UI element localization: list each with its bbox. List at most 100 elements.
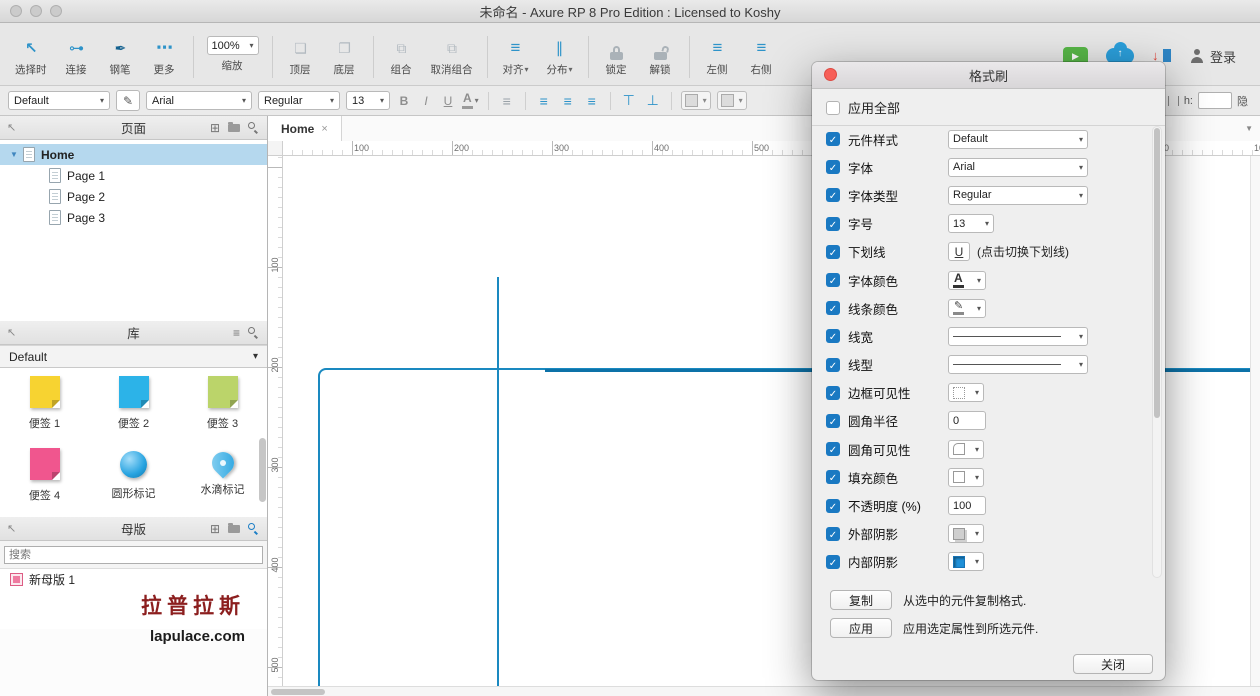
property-select[interactable]: Regular [948, 186, 1088, 205]
masters-search-input[interactable] [4, 546, 263, 564]
apply-format-button[interactable]: 应用 [830, 618, 892, 638]
library-widget[interactable]: 便签 2 [89, 376, 178, 448]
align-right-icon[interactable] [583, 93, 601, 109]
toolbar-button[interactable]: 更多 [143, 36, 187, 77]
align-bottom-icon[interactable] [644, 92, 662, 109]
align-top-icon[interactable] [620, 92, 638, 109]
toolbar-button[interactable] [272, 36, 273, 78]
master-item[interactable]: 新母版 1 [0, 569, 267, 590]
undock-icon[interactable]: ↖ [7, 326, 16, 339]
page-tree-item[interactable]: Page 3 [0, 207, 267, 228]
bullet-list-icon[interactable] [498, 93, 516, 109]
swatch-select[interactable] [948, 383, 984, 402]
tab-home[interactable]: Home × [268, 116, 342, 141]
scroll-thumb[interactable] [1154, 128, 1160, 418]
line-color-picker[interactable] [948, 299, 986, 318]
swatch-select[interactable] [948, 440, 984, 459]
close-window-button[interactable] [10, 5, 22, 17]
toolbar-button[interactable]: 取消组合 [424, 36, 481, 77]
toolbar-button[interactable]: 顶层 [279, 36, 323, 77]
login-button[interactable]: 登录 [1190, 47, 1236, 66]
property-checkbox[interactable] [826, 442, 840, 456]
property-checkbox[interactable] [826, 329, 840, 343]
library-select[interactable]: Default [0, 345, 267, 368]
line-style-select[interactable] [948, 327, 1088, 346]
library-widget[interactable]: 圆形标记 [89, 448, 178, 520]
page-tree-item[interactable]: Page 1 [0, 165, 267, 186]
property-checkbox[interactable] [826, 188, 840, 202]
font-weight-select[interactable]: Regular [258, 91, 340, 110]
vertical-scrollbar[interactable] [1250, 156, 1260, 686]
close-dialog-button[interactable]: 关闭 [1073, 654, 1153, 674]
toolbar-button[interactable]: 钢笔 [99, 36, 143, 77]
widget-style-select[interactable]: Default [8, 91, 110, 110]
toolbar-button[interactable]: 左侧 [696, 36, 740, 77]
property-checkbox[interactable] [826, 386, 840, 400]
property-select[interactable]: Default [948, 130, 1088, 149]
swatch-select[interactable] [948, 524, 984, 543]
search-masters-icon[interactable] [248, 523, 260, 535]
zoom-window-button[interactable] [50, 5, 62, 17]
swatch-select[interactable] [948, 468, 984, 487]
property-checkbox[interactable] [826, 499, 840, 513]
toolbar-button[interactable] [373, 36, 374, 78]
font-size-select[interactable]: 13 [346, 91, 390, 110]
minimize-window-button[interactable] [30, 5, 42, 17]
line-style-select[interactable] [948, 355, 1088, 374]
toolbar-button[interactable]: 右侧 [740, 36, 784, 77]
toolbar-button[interactable]: 选择时 [8, 36, 55, 77]
page-tree-item[interactable]: Home [0, 144, 267, 165]
italic-button[interactable]: I [418, 94, 434, 108]
library-widget[interactable]: 便签 3 [178, 376, 267, 448]
bold-button[interactable]: B [396, 94, 412, 108]
search-pages-icon[interactable] [248, 122, 260, 134]
dialog-close-button[interactable] [824, 68, 837, 81]
align-center-icon[interactable] [559, 93, 577, 109]
toolbar-button[interactable] [487, 36, 488, 78]
dialog-scrollbar[interactable] [1152, 126, 1162, 578]
tab-close-icon[interactable]: × [321, 123, 327, 135]
library-widget[interactable]: 便签 1 [0, 376, 89, 448]
toolbar-button[interactable] [689, 36, 690, 78]
undock-icon[interactable]: ↖ [7, 121, 16, 134]
edit-style-button[interactable] [116, 90, 140, 111]
property-checkbox[interactable] [826, 414, 840, 428]
height-input[interactable] [1198, 92, 1232, 109]
add-folder-icon[interactable] [228, 124, 240, 132]
toolbar-button[interactable] [193, 36, 194, 78]
align-left-icon[interactable] [535, 93, 553, 109]
font-color-picker[interactable]: A [948, 271, 986, 290]
add-folder-icon[interactable] [228, 525, 240, 533]
property-checkbox[interactable] [826, 470, 840, 484]
swatch-select[interactable] [948, 552, 984, 571]
property-checkbox[interactable] [826, 245, 840, 259]
library-menu-icon[interactable]: ≡ [233, 326, 240, 340]
property-input[interactable]: 100 [948, 496, 986, 515]
property-checkbox[interactable] [826, 273, 840, 287]
toolbar-button[interactable]: 底层 [323, 36, 367, 77]
toolbar-button[interactable]: 锁定 [595, 36, 639, 77]
copy-format-button[interactable]: 复制 [830, 590, 892, 610]
expand-arrow-icon[interactable] [10, 150, 20, 159]
search-library-icon[interactable] [248, 327, 260, 339]
horizontal-scrollbar[interactable] [268, 686, 1260, 696]
property-checkbox[interactable] [826, 527, 840, 541]
apply-all-checkbox[interactable] [826, 101, 840, 115]
property-select[interactable]: Arial [948, 158, 1088, 177]
toolbar-button[interactable]: 连接 [55, 36, 99, 77]
hidden-toggle[interactable]: 隐 [1237, 93, 1248, 109]
font-color-button[interactable]: A [462, 92, 479, 108]
property-select[interactable]: 13 [948, 214, 994, 233]
toolbar-button[interactable]: 100% 缩放 [200, 36, 266, 73]
toolbar-button[interactable]: 对齐▾ [494, 36, 538, 77]
property-checkbox[interactable] [826, 132, 840, 146]
library-widget[interactable]: 便签 4 [0, 448, 89, 520]
add-master-icon[interactable]: ⊞ [210, 522, 220, 536]
scroll-thumb[interactable] [271, 689, 325, 695]
fill-color-select[interactable] [681, 91, 711, 110]
page-tree-item[interactable]: Page 2 [0, 186, 267, 207]
toolbar-button[interactable]: 解锁 [639, 36, 683, 77]
property-checkbox[interactable] [826, 358, 840, 372]
toolbar-button[interactable] [588, 36, 589, 78]
property-input[interactable]: 0 [948, 411, 986, 430]
